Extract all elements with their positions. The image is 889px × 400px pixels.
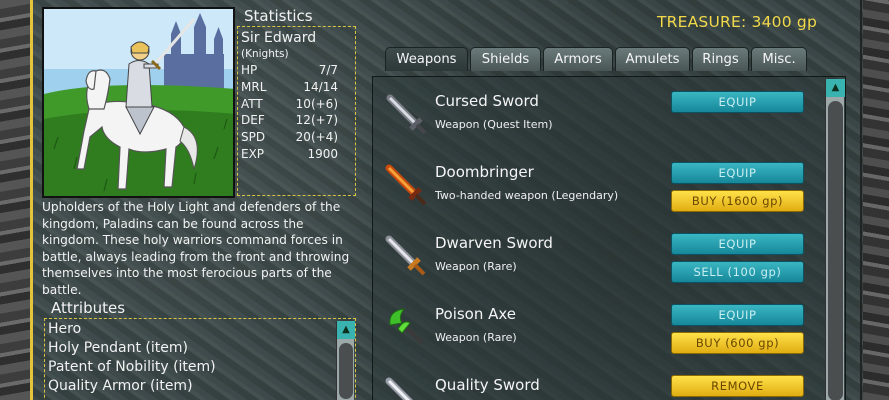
item-list-scrollbar[interactable]: ▲ (825, 79, 845, 400)
sell-button[interactable]: SELL (100 gp) (671, 261, 804, 283)
hero-portrait (42, 7, 235, 198)
list-item: Quality Sword REMOVE (382, 374, 812, 400)
remove-button[interactable]: REMOVE (671, 375, 804, 397)
item-name: Doombringer (435, 163, 534, 181)
tab-armors[interactable]: Armors (543, 47, 613, 71)
hero-group: (Knights) (241, 48, 289, 60)
tab-shields[interactable]: Shields (470, 47, 541, 71)
stat-label: DEF (241, 113, 265, 128)
stat-label: SPD (241, 130, 266, 145)
scroll-up-arrow-icon[interactable]: ▲ (826, 79, 845, 97)
stat-row-mrl: MRL 14/14 (241, 79, 352, 96)
frame-divider-right (860, 0, 862, 400)
stat-value: 10(+6) (295, 96, 338, 111)
stat-row-spd: SPD 20(+4) (241, 129, 352, 146)
item-type: Weapon (Rare) (435, 260, 517, 273)
tab-weapons[interactable]: Weapons (385, 47, 468, 71)
stat-value: 20(+4) (295, 130, 338, 145)
poison-axe-icon (389, 308, 424, 345)
stat-label: EXP (241, 146, 265, 161)
stat-label: MRL (241, 79, 267, 94)
equip-button[interactable]: EQUIP (671, 91, 804, 113)
attributes-heading: Attributes (51, 299, 126, 317)
item-name: Quality Sword (435, 376, 540, 394)
statistics-panel: Sir Edward (Knights) HP 7/7 MRL 14/14 ATT 1… (237, 26, 356, 196)
stone-border-right (863, 0, 889, 400)
attributes-list: Hero Holy Pendant (item) Patent of Nobil… (44, 318, 356, 400)
scroll-thumb[interactable] (828, 101, 843, 400)
tab-misc[interactable]: Misc. (751, 47, 807, 71)
stat-row-exp: EXP 1900 (241, 146, 352, 163)
cursed-sword-icon (386, 94, 427, 135)
class-description: Upholders of the Holy Light and defender… (42, 200, 350, 297)
dwarven-sword-icon (385, 235, 426, 276)
item-name: Cursed Sword (435, 92, 539, 110)
tab-amulets[interactable]: Amulets (615, 47, 690, 71)
stat-row-def: DEF 12(+7) (241, 112, 352, 129)
stat-value: 14/14 (303, 79, 338, 94)
attribute-item: Holy Pendant (item) (48, 340, 188, 356)
stat-row-att: ATT 10(+6) (241, 96, 352, 113)
attribute-item: Quality Armor (item) (48, 378, 193, 394)
list-item: Doombringer Two-handed weapon (Legendary… (382, 161, 812, 229)
stat-value: 7/7 (318, 63, 338, 77)
item-name: Dwarven Sword (435, 234, 553, 252)
stat-label: HP (241, 63, 258, 77)
stone-border-left (0, 0, 32, 400)
statistics-heading: Statistics (244, 7, 313, 25)
attribute-item: Patent of Nobility (item) (48, 359, 216, 375)
attribute-item: Hero (48, 321, 82, 337)
category-tabs: Weapons Shields Armors Amulets Rings Mis… (385, 47, 807, 71)
stat-row-hp: HP 7/7 (241, 62, 352, 79)
list-item: Dwarven Sword Weapon (Rare) EQUIP SELL (… (382, 232, 812, 300)
list-item: Poison Axe Weapon (Rare) EQUIP BUY (600 … (382, 303, 812, 371)
buy-button[interactable]: BUY (1600 gp) (671, 190, 804, 212)
stat-value: 12(+7) (295, 113, 338, 128)
scroll-up-arrow-icon[interactable]: ▲ (337, 321, 355, 339)
list-item: Cursed Sword Weapon (Quest Item) EQUIP (382, 90, 812, 158)
hero-name: Sir Edward (241, 30, 317, 46)
scroll-thumb[interactable] (339, 343, 353, 399)
frame-divider (30, 0, 33, 400)
item-type: Weapon (Rare) (435, 331, 517, 344)
item-type: Weapon (Quest Item) (435, 118, 553, 131)
equip-button[interactable]: EQUIP (671, 233, 804, 255)
attributes-scrollbar[interactable]: ▲ (336, 321, 355, 400)
stat-value: 1900 (307, 146, 338, 161)
treasure-counter: TREASURE: 3400 gp (657, 13, 817, 31)
quality-sword-icon (385, 377, 413, 400)
tab-rings[interactable]: Rings (692, 47, 749, 71)
doombringer-sword-icon (385, 164, 427, 206)
stat-label: ATT (241, 96, 263, 111)
item-name: Poison Axe (435, 305, 517, 323)
equip-button[interactable]: EQUIP (671, 304, 804, 326)
item-type: Two-handed weapon (Legendary) (435, 189, 619, 202)
equip-button[interactable]: EQUIP (671, 162, 804, 184)
buy-button[interactable]: BUY (600 gp) (671, 332, 804, 354)
